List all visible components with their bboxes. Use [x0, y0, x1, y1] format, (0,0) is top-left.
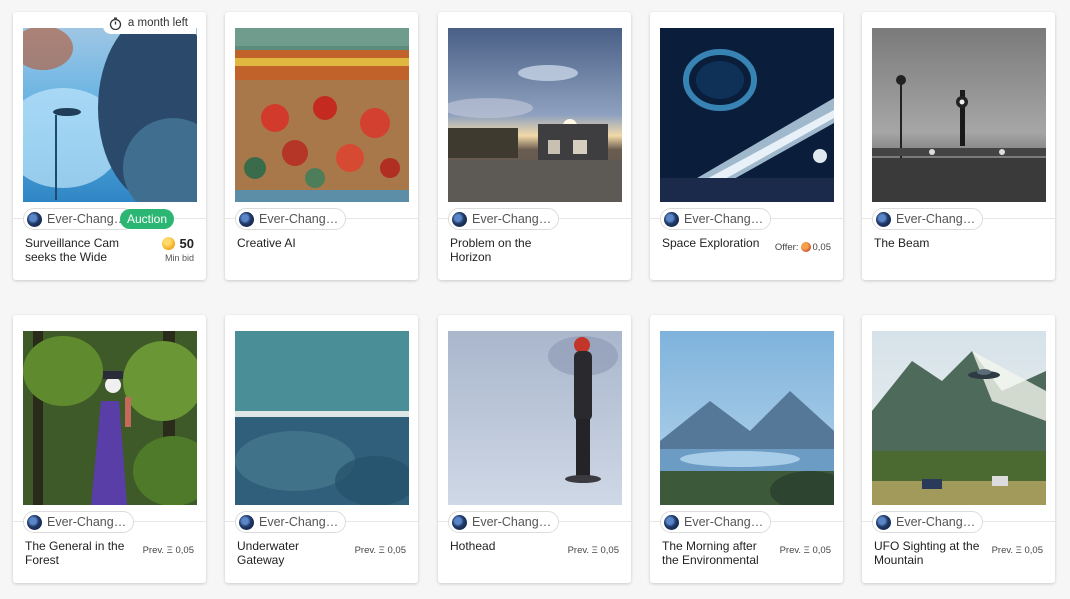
creator-chip[interactable]: Ever-Chang…	[23, 208, 135, 230]
artwork-image[interactable]	[23, 28, 197, 202]
creator-chip[interactable]: Ever-Chang…	[448, 511, 560, 533]
previous-price: Prev. Ξ 0,05	[354, 545, 406, 556]
artwork-title[interactable]: Space Exploration	[662, 236, 768, 251]
nft-card[interactable]: Ever-Chang… UFO Sighting at the Mountain…	[862, 315, 1055, 583]
min-bid: 50 Min bid	[161, 236, 194, 263]
creator-avatar	[27, 211, 42, 227]
artwork-title[interactable]: Surveillance Cam seeks the Wide	[25, 236, 131, 264]
auction-timer: a month left	[102, 12, 196, 34]
creator-chip[interactable]: Ever-Chang…	[235, 511, 347, 533]
creator-avatar	[664, 211, 679, 227]
creator-name: Ever-Chang…	[47, 212, 127, 226]
nft-card[interactable]: Ever-Chang… Space Exploration Offer: 0,05	[650, 12, 843, 280]
stopwatch-icon	[109, 17, 122, 30]
previous-price: Prev. Ξ 0,05	[779, 545, 831, 556]
artwork-title[interactable]: The General in the Forest	[25, 539, 131, 567]
nft-card[interactable]: Ever-Chang… The Beam	[862, 12, 1055, 280]
timer-text: a month left	[127, 17, 188, 29]
creator-name: Ever-Chang…	[684, 515, 764, 529]
nft-card[interactable]: Ever-Chang… Problem on the Horizon	[438, 12, 631, 280]
creator-chip[interactable]: Ever-Chang…	[660, 208, 772, 230]
previous-price: Prev. Ξ 0,05	[142, 545, 194, 556]
nft-card[interactable]: Ever-Chang… Creative AI	[225, 12, 418, 280]
artwork-image[interactable]	[660, 28, 834, 202]
artwork-title[interactable]: Problem on the Horizon	[450, 236, 556, 264]
creator-chip[interactable]: Ever-Chang…	[448, 208, 560, 230]
creator-avatar	[876, 211, 891, 227]
creator-name: Ever-Chang…	[684, 212, 764, 226]
creator-avatar	[876, 514, 891, 530]
offer-value: 0,05	[812, 242, 832, 253]
artwork-image[interactable]	[23, 331, 197, 505]
artwork-image[interactable]	[448, 28, 622, 202]
creator-name: Ever-Chang…	[259, 515, 339, 529]
min-bid-label: Min bid	[164, 253, 194, 263]
creator-avatar	[452, 514, 467, 530]
artwork-title[interactable]: The Morning after the Environmental	[662, 539, 768, 567]
auction-badge: Auction	[120, 209, 175, 229]
artwork-image[interactable]	[448, 331, 622, 505]
creator-avatar	[27, 514, 42, 530]
artwork-title[interactable]: Creative AI	[237, 236, 343, 251]
min-bid-value: 50	[179, 236, 194, 251]
creator-chip[interactable]: Ever-Chang…	[872, 511, 984, 533]
nft-card[interactable]: Ever-Chang… The Morning after the Enviro…	[650, 315, 843, 583]
creator-chip[interactable]: Ever-Chang…	[23, 511, 135, 533]
previous-price: Prev. Ξ 0,05	[991, 545, 1043, 556]
artwork-title[interactable]: Hothead	[450, 539, 556, 554]
creator-name: Ever-Chang…	[47, 515, 127, 529]
nft-card[interactable]: Ever-Chang… Underwater Gateway Prev. Ξ 0…	[225, 315, 418, 583]
creator-avatar	[452, 211, 467, 227]
artwork-image[interactable]	[660, 331, 834, 505]
creator-avatar	[664, 514, 679, 530]
creator-name: Ever-Chang…	[896, 212, 976, 226]
nft-card[interactable]: a month left Ever-Chang… Auction Surveil…	[13, 12, 206, 280]
artwork-image[interactable]	[872, 331, 1046, 505]
creator-avatar	[239, 211, 254, 227]
token-icon	[800, 242, 811, 253]
artwork-title[interactable]: The Beam	[874, 236, 980, 251]
creator-name: Ever-Chang…	[896, 515, 976, 529]
creator-chip[interactable]: Ever-Chang…	[660, 511, 772, 533]
creator-chip[interactable]: Ever-Chang…	[872, 208, 984, 230]
offer-info: Offer: 0,05	[775, 242, 831, 253]
artwork-image[interactable]	[235, 331, 409, 505]
creator-avatar	[239, 514, 254, 530]
artwork-image[interactable]	[872, 28, 1046, 202]
creator-name: Ever-Chang…	[472, 515, 552, 529]
artwork-title[interactable]: UFO Sighting at the Mountain	[874, 539, 980, 567]
artwork-image[interactable]	[235, 28, 409, 202]
offer-label: Offer:	[774, 242, 799, 253]
artwork-title[interactable]: Underwater Gateway	[237, 539, 343, 567]
creator-name: Ever-Chang…	[472, 212, 552, 226]
coin-icon	[161, 237, 175, 250]
creator-chip[interactable]: Ever-Chang…	[235, 208, 347, 230]
nft-card[interactable]: Ever-Chang… The General in the Forest Pr…	[13, 315, 206, 583]
previous-price: Prev. Ξ 0,05	[567, 545, 619, 556]
nft-card[interactable]: Ever-Chang… Hothead Prev. Ξ 0,05	[438, 315, 631, 583]
creator-name: Ever-Chang…	[259, 212, 339, 226]
